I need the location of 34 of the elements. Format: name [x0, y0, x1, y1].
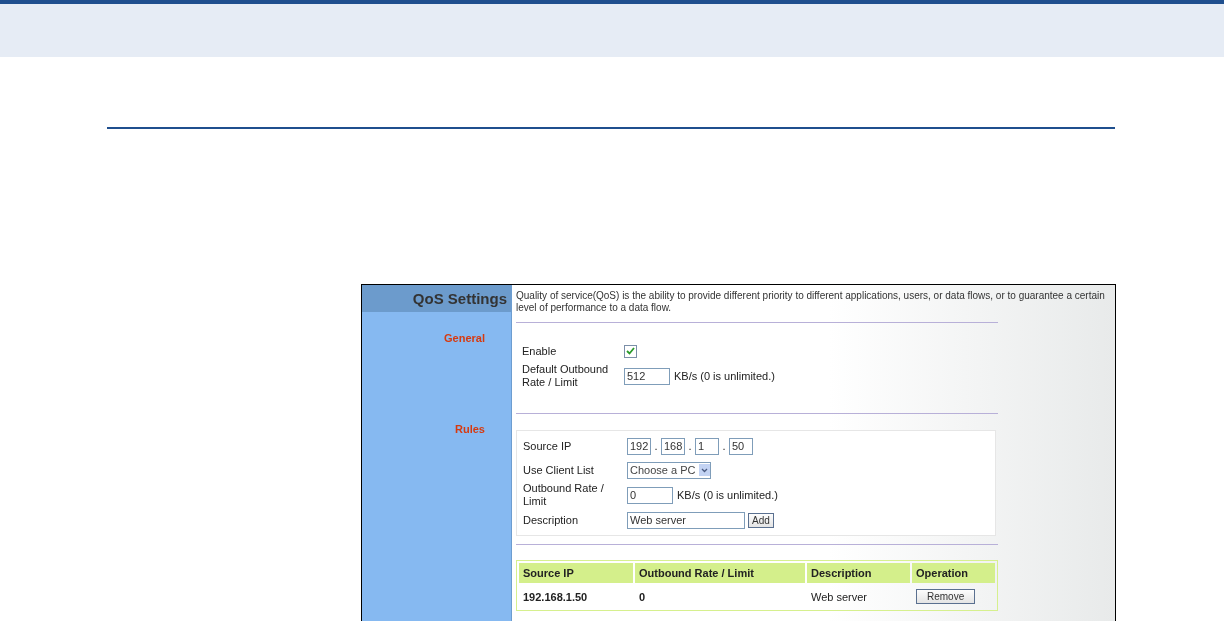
- column-header: Description: [807, 563, 910, 583]
- remove-button[interactable]: Remove: [916, 589, 976, 604]
- column-header: Operation: [912, 563, 995, 583]
- field-label: Default Outbound Rate / Limit: [522, 363, 610, 389]
- section-heading: Rules: [454, 423, 485, 435]
- unit-text: KB/s (0 is unlimited.): [677, 489, 778, 501]
- ip-dot: .: [721, 440, 727, 452]
- table-cell-text: 0: [638, 589, 647, 605]
- client-dropdown[interactable]: Choose a PC: [627, 461, 712, 479]
- rate-input[interactable]: 0: [627, 486, 673, 504]
- field-label: Description: [523, 513, 580, 527]
- table-cell-text: Web server: [810, 589, 869, 605]
- ip-octet-input[interactable]: 1: [695, 437, 719, 455]
- field-label: Enable: [522, 344, 558, 358]
- column-header: Outbound Rate / Limit: [635, 563, 805, 583]
- ip-dot: .: [653, 440, 659, 452]
- panel-title: QoS Settings: [412, 290, 507, 307]
- ip-octet-input[interactable]: 168: [661, 437, 685, 455]
- ip-octet-input[interactable]: 192: [627, 437, 651, 455]
- add-button[interactable]: Add: [748, 512, 774, 528]
- field-label: Use Client List: [523, 463, 595, 477]
- enable-checkbox[interactable]: [624, 344, 637, 358]
- section-heading: General: [443, 332, 485, 344]
- field-label: Source IP: [523, 439, 573, 453]
- description-text: Quality of service(QoS) is the ability to provide different priority to different applications, users, or data flows, or to guarantee a certain level of performance to a data flow.: [516, 290, 1106, 314]
- column-header: Source IP: [519, 563, 633, 583]
- check-icon: [626, 347, 635, 355]
- field-label: Outbound Rate / Limit: [523, 482, 605, 508]
- unit-text: KB/s (0 is unlimited.): [674, 370, 775, 382]
- ip-octet-input[interactable]: 50: [729, 437, 753, 455]
- rate-input[interactable]: 512: [624, 367, 670, 385]
- ip-dot: .: [687, 440, 693, 452]
- table-cell-text: 192.168.1.50: [522, 589, 589, 605]
- description-input[interactable]: Web server: [627, 511, 745, 529]
